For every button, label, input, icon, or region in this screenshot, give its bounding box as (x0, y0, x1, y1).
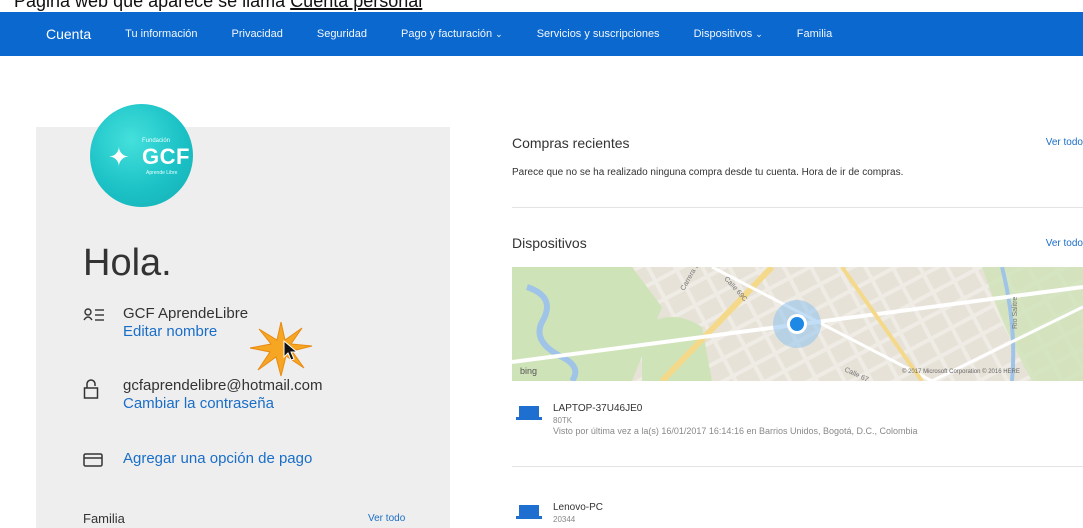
laptop-icon (516, 505, 542, 519)
nav-label: Tu información (125, 28, 198, 40)
nav-item-servicios[interactable]: Servicios y suscripciones (537, 28, 660, 40)
caption-text: Página web que aparece se llama (14, 0, 291, 11)
family-section-label: Familia (83, 511, 125, 526)
change-password-link[interactable]: Cambiar la contraseña (123, 395, 274, 412)
nav-label: Pago y facturación (401, 28, 493, 40)
laptop-icon (516, 406, 542, 420)
nav-item-familia[interactable]: Familia (797, 28, 832, 40)
map-copyright: © 2017 Microsoft Corporation © 2016 HERE (902, 368, 1020, 375)
nav-label: Seguridad (316, 28, 368, 40)
device-last-seen: Visto por última vez a la(s) 16/01/2017 … (553, 426, 918, 436)
account-email: gcfaprendelibre@hotmail.com (123, 377, 323, 394)
edit-name-link[interactable]: Editar nombre (123, 323, 217, 340)
nav-label: Servicios y suscripciones (536, 28, 660, 40)
click-burst-icon (249, 321, 313, 377)
add-payment-link[interactable]: Agregar una opción de pago (123, 450, 312, 467)
top-caption-strip: Página web que aparece se llama Cuenta p… (0, 0, 1083, 12)
credit-card-icon (83, 452, 107, 473)
recent-purchases-message: Parece que no se ha realizado ninguna co… (512, 167, 904, 178)
nav-item-seguridad[interactable]: Seguridad (317, 28, 367, 40)
nav-label: Familia (796, 28, 833, 40)
caption-underlined-text: Cuenta personal (290, 0, 423, 11)
nav-label: Dispositivos (693, 28, 753, 40)
map-street-label: Rio Salitre (1012, 297, 1019, 329)
family-view-all-link[interactable]: Ver todo (368, 513, 405, 524)
profile-panel: ✦ Fundación GCF Aprende Libre Hola. GCF … (36, 104, 450, 528)
devices-map[interactable]: Carrera 56 Calle 69C Calle 67 Rio Salitr… (512, 267, 1083, 381)
chevron-down-icon: ⌄ (495, 29, 503, 39)
mouse-pointer-icon (283, 340, 299, 361)
nav-item-tu-informacion[interactable]: Tu información (125, 28, 197, 40)
contact-card-icon (83, 307, 107, 328)
device-name: Lenovo-PC (553, 502, 604, 513)
top-caption: Página web que aparece se llama Cuenta p… (14, 0, 422, 12)
devices-title: Dispositivos (512, 235, 587, 251)
star-figure-icon: ✦ (108, 142, 130, 172)
top-navbar: Cuenta Tu información Privacidad Segurid… (0, 12, 1083, 56)
device-model: 80TK (553, 416, 573, 425)
nav-item-pago-facturacion[interactable]: Pago y facturación ⌄ (401, 28, 503, 40)
device-divider (512, 466, 1083, 467)
account-name: GCF AprendeLibre (123, 305, 249, 322)
nav-item-dispositivos[interactable]: Dispositivos ⌄ (694, 28, 763, 40)
greeting-heading: Hola. (83, 242, 172, 284)
map-provider-logo: bing (520, 366, 537, 376)
gcf-logo: ✦ Fundación GCF Aprende Libre (90, 104, 193, 207)
section-divider (512, 207, 1083, 208)
chevron-down-icon: ⌄ (755, 29, 763, 39)
nav-brand-cuenta[interactable]: Cuenta (46, 26, 91, 42)
lock-icon (83, 379, 107, 404)
logo-sub-text: Aprende Libre (146, 170, 178, 176)
device-name: LAPTOP-37U46JE0 (553, 403, 643, 414)
nav-item-privacidad[interactable]: Privacidad (232, 28, 283, 40)
recent-purchases-view-all[interactable]: Ver todo (1046, 137, 1083, 148)
logo-big-text: GCF (142, 144, 190, 169)
device-model: 20344 (553, 515, 576, 524)
nav-label: Privacidad (231, 28, 283, 40)
devices-view-all[interactable]: Ver todo (1046, 238, 1083, 249)
recent-purchases-title: Compras recientes (512, 135, 630, 151)
